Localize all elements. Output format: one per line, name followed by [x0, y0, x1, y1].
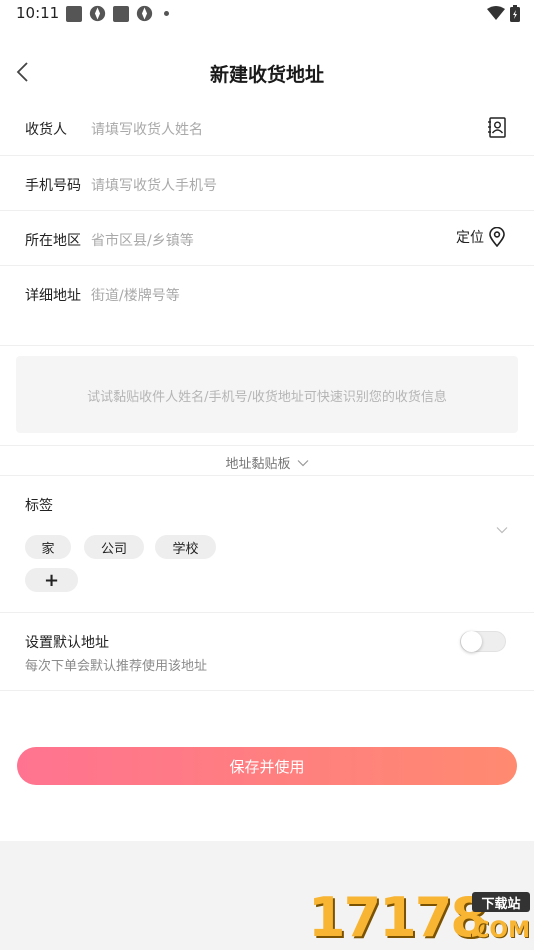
address-clipboard-toggle[interactable]: 地址黏贴板	[0, 445, 534, 476]
default-address-toggle[interactable]	[460, 631, 506, 652]
chevron-down-icon[interactable]	[496, 526, 508, 534]
battery-icon	[510, 5, 520, 22]
tag-chip-home[interactable]: 家	[25, 535, 71, 559]
default-address-title: 设置默认地址	[25, 635, 109, 651]
tag-chip-school[interactable]: 学校	[155, 535, 216, 559]
wifi-icon	[487, 6, 505, 20]
page-title: 新建收货地址	[209, 64, 324, 86]
app-notification-icon	[66, 5, 82, 22]
smart-paste-textarea[interactable]: 试试黏贴收件人姓名/手机号/收货地址可快速识别您的收货信息	[16, 356, 518, 433]
add-tag-button[interactable]: +	[25, 568, 78, 592]
tags-section: 标签 家 公司 学校 +	[0, 476, 534, 613]
detail-address-row[interactable]: 详细地址 街道/楼牌号等	[0, 266, 534, 346]
nav-bar: 新建收货地址	[0, 44, 534, 100]
region-input[interactable]: 省市区县/乡镇等	[91, 230, 194, 250]
default-address-section: 设置默认地址 每次下单会默认推荐使用该地址	[0, 613, 534, 691]
status-bar: 10:11	[0, 0, 534, 28]
save-and-use-label: 保存并使用	[229, 757, 305, 776]
aperture-icon	[136, 5, 153, 22]
receiver-row[interactable]: 收货人 请填写收货人姓名	[0, 100, 534, 156]
locate-button[interactable]: 定位	[456, 227, 506, 247]
address-clipboard-label: 地址黏贴板	[225, 457, 291, 472]
status-notification-icons	[66, 5, 169, 22]
watermark-digits: 17178	[308, 886, 488, 949]
aperture-icon	[89, 5, 106, 22]
phone-row[interactable]: 手机号码 请填写收货人手机号	[0, 156, 534, 211]
default-address-subtitle: 每次下单会默认推荐使用该地址	[25, 659, 208, 674]
detail-address-input[interactable]: 街道/楼牌号等	[91, 285, 180, 305]
status-system-icons	[487, 5, 520, 22]
detail-address-label: 详细地址	[25, 288, 81, 304]
location-pin-icon	[489, 227, 505, 247]
app-notification-icon	[113, 5, 129, 22]
status-time: 10:11	[16, 4, 60, 22]
contacts-book-icon[interactable]	[487, 117, 507, 138]
region-row[interactable]: 所在地区 省市区县/乡镇等 定位	[0, 211, 534, 266]
save-and-use-button[interactable]: 保存并使用	[17, 747, 517, 785]
receiver-name-input[interactable]: 请填写收货人姓名	[91, 119, 203, 139]
tags-title: 标签	[25, 498, 53, 514]
watermark-domain: .COM	[464, 918, 530, 943]
phone-input[interactable]: 请填写收货人手机号	[91, 175, 217, 195]
more-notifications-dot	[164, 11, 169, 16]
phone-label: 手机号码	[25, 178, 81, 194]
watermark-tag: 下载站	[472, 892, 530, 912]
site-watermark-logo: 17178 下载站 .COM	[306, 888, 534, 950]
tag-chip-company[interactable]: 公司	[84, 535, 144, 559]
locate-label: 定位	[456, 230, 484, 246]
chevron-down-icon	[297, 459, 308, 466]
toggle-knob	[461, 631, 482, 652]
smart-paste-hint: 试试黏贴收件人姓名/手机号/收货地址可快速识别您的收货信息	[87, 390, 447, 405]
region-label: 所在地区	[25, 233, 81, 249]
receiver-label: 收货人	[25, 122, 67, 138]
